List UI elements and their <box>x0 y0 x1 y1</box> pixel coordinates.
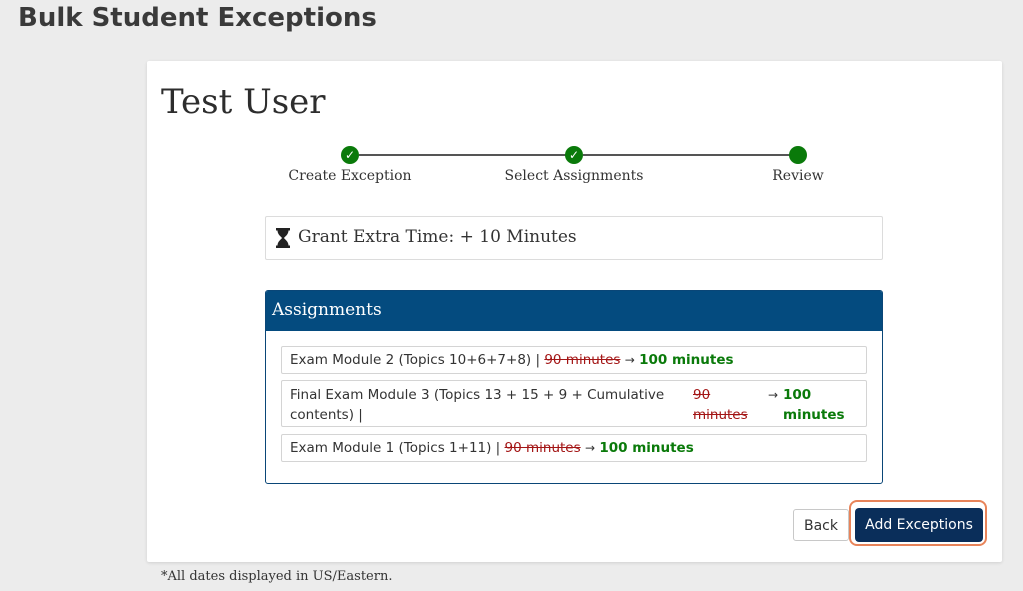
exception-card: Test User ✓ ✓ Create Exception Select As… <box>147 61 1002 562</box>
list-item: Final Exam Module 3 (Topics 13 + 15 + 9 … <box>281 380 867 427</box>
assignment-name: Final Exam Module 3 (Topics 13 + 15 + 9 … <box>290 387 665 423</box>
arrow-right-icon: → <box>624 353 635 367</box>
step-connector <box>359 154 571 156</box>
step-label-review: Review <box>772 168 824 184</box>
step-complete-icon: ✓ <box>565 146 583 164</box>
old-time-limit: 90 minutes <box>504 440 581 456</box>
assignment-name: Exam Module 2 (Topics 10+6+7+8) | <box>290 352 541 368</box>
hourglass-icon <box>276 228 290 248</box>
old-time-limit: 90 minutes <box>693 387 748 423</box>
list-item: Exam Module 1 (Topics 1+11) | 90 minutes… <box>281 434 867 462</box>
step-connector <box>583 154 795 156</box>
old-time-limit: 90 minutes <box>544 352 621 368</box>
new-time-limit: 100 minutes <box>639 352 734 368</box>
add-exceptions-button[interactable]: Add Exceptions <box>855 508 983 542</box>
assignments-panel: Assignments Exam Module 2 (Topics 10+6+7… <box>265 290 883 484</box>
user-name: Test User <box>161 82 326 122</box>
progress-stepper: ✓ ✓ Create Exception Select Assignments … <box>147 145 1002 185</box>
timezone-footnote: *All dates displayed in US/Eastern. <box>161 569 393 584</box>
step-complete-icon: ✓ <box>341 146 359 164</box>
assignment-name: Exam Module 1 (Topics 1+11) | <box>290 440 501 456</box>
assignments-header: Assignments <box>266 291 882 331</box>
step-label-create-exception: Create Exception <box>288 168 412 184</box>
new-time-limit: 100 minutes <box>599 440 694 456</box>
grant-extra-time-summary: Grant Extra Time: + 10 Minutes <box>265 216 883 260</box>
new-time-limit: 100 minutes <box>783 387 845 423</box>
arrow-right-icon: → <box>584 441 596 455</box>
step-label-select-assignments: Select Assignments <box>504 168 644 184</box>
arrow-right-icon: → <box>768 388 779 402</box>
list-item: Exam Module 2 (Topics 10+6+7+8) | 90 min… <box>281 346 867 374</box>
grant-text: Grant Extra Time: + 10 Minutes <box>298 227 577 247</box>
page-title: Bulk Student Exceptions <box>18 3 377 33</box>
step-current-icon <box>789 146 807 164</box>
back-button[interactable]: Back <box>793 509 849 541</box>
